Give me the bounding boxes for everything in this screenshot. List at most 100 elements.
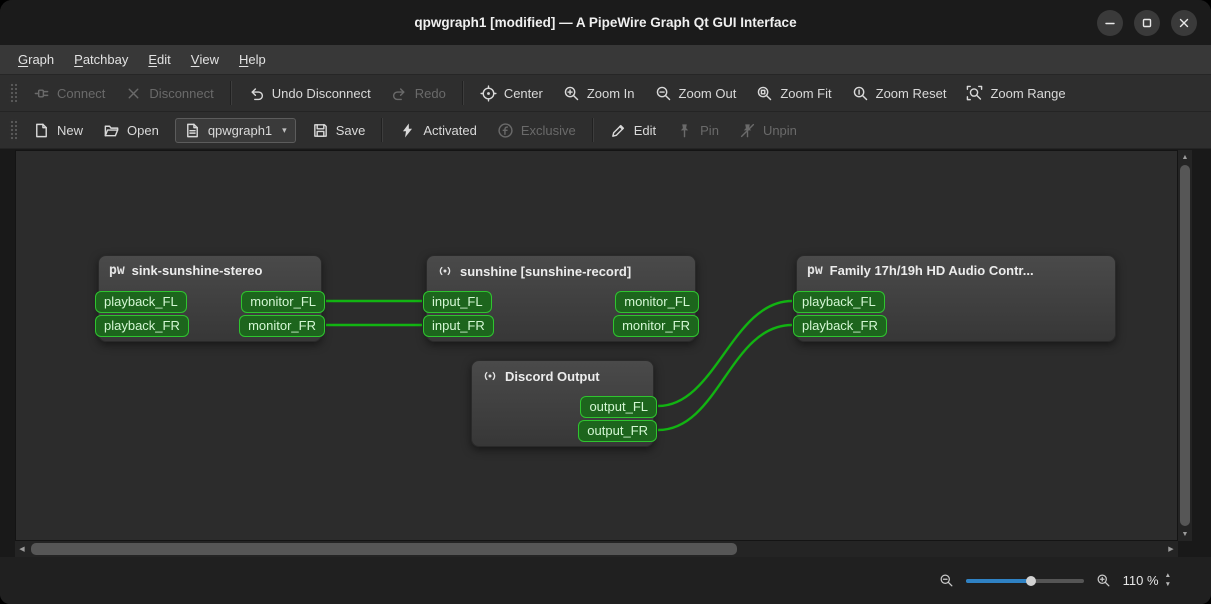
pipewire-icon: pw xyxy=(109,263,125,278)
exclusive-button[interactable]: Exclusive xyxy=(488,117,585,144)
port-output_FR[interactable]: output_FR xyxy=(578,420,657,442)
audio-client-icon xyxy=(484,371,496,381)
menu-view[interactable]: View xyxy=(181,45,229,74)
port-monitor_FR[interactable]: monitor_FR xyxy=(613,315,699,337)
titlebar[interactable]: qpwgraph1 [modified] — A PipeWire Graph … xyxy=(0,0,1211,45)
port-playback_FR[interactable]: playback_FR xyxy=(793,315,887,337)
disconnect-label: Disconnect xyxy=(149,85,214,101)
unpin-button[interactable]: Unpin xyxy=(730,117,806,144)
node-sunshine-sunshine-record[interactable]: sunshine [sunshine-record] input_FL input_… xyxy=(423,255,699,342)
redo-icon xyxy=(392,87,405,100)
toolbar-separator xyxy=(381,118,384,142)
undo-disconnect-button[interactable]: Undo Disconnect xyxy=(239,80,380,107)
activated-label: Activated xyxy=(423,122,477,138)
port-input_FR[interactable]: input_FR xyxy=(423,315,494,337)
zoom-out-button[interactable]: Zoom Out xyxy=(646,80,746,107)
menu-help[interactable]: Help xyxy=(229,45,276,74)
port-playback_FR[interactable]: playback_FR xyxy=(95,315,189,337)
pipewire-icon: pw xyxy=(807,263,823,278)
zoom-slider[interactable] xyxy=(965,573,1084,589)
zoom-range-button[interactable]: Zoom Range xyxy=(957,80,1074,107)
center-icon xyxy=(480,84,497,102)
new-button[interactable]: New xyxy=(24,117,92,144)
save-label: Save xyxy=(335,122,366,138)
maximize-button[interactable] xyxy=(1134,9,1160,36)
main-toolbar-handle[interactable] xyxy=(9,82,17,104)
main-toolbar: Connect Disconnect Undo Disconnect Redo Cent… xyxy=(0,75,1211,112)
zoom-in-indicator xyxy=(1096,573,1111,588)
spin-down-button[interactable]: ▼ xyxy=(1165,581,1171,589)
disconnect-button[interactable]: Disconnect xyxy=(116,80,222,107)
edit-button[interactable]: Edit xyxy=(601,117,665,144)
zoom-out-icon xyxy=(656,86,670,100)
connect-label: Connect xyxy=(57,85,106,101)
save-button[interactable]: Save xyxy=(303,117,375,144)
port-monitor_FL[interactable]: monitor_FL xyxy=(615,291,699,313)
zoom-reset-button[interactable]: Zoom Reset xyxy=(843,80,956,107)
horizontal-scrollbar-thumb[interactable] xyxy=(31,543,737,555)
horizontal-scrollbar[interactable]: ◀ ▶ xyxy=(15,541,1178,557)
edit-icon xyxy=(611,124,624,137)
menu-edit[interactable]: Edit xyxy=(138,45,180,74)
zoom-spinbox[interactable]: 110 % ▲ ▼ xyxy=(1122,572,1171,589)
zoom-out-indicator xyxy=(939,573,954,588)
patchbay-toolbar: New Open qpwgraph1 ▾ Save Activated Exclusive E… xyxy=(0,112,1211,149)
unpin-label: Unpin xyxy=(762,122,797,138)
scroll-down-arrow-icon[interactable]: ▼ xyxy=(1178,527,1192,541)
port-playback_FL[interactable]: playback_FL xyxy=(793,291,885,313)
vertical-scrollbar[interactable]: ▲ ▼ xyxy=(1178,150,1192,541)
port-monitor_FL[interactable]: monitor_FL xyxy=(241,291,325,313)
pin-button[interactable]: Pin xyxy=(667,117,728,144)
port-output_FL[interactable]: output_FL xyxy=(580,396,657,418)
node-discord-output[interactable]: Discord Output output_FL output_FR xyxy=(471,360,657,447)
port-monitor_FR[interactable]: monitor_FR xyxy=(239,315,325,337)
port-input_FL[interactable]: input_FL xyxy=(423,291,492,313)
toolbar-separator xyxy=(229,81,232,105)
minimize-button[interactable] xyxy=(1097,9,1123,36)
graph-canvas[interactable]: pw sink-sunshine-stereo playback_FL playbac… xyxy=(15,150,1178,541)
close-button[interactable] xyxy=(1171,9,1197,36)
node-sink-sunshine-stereo[interactable]: pw sink-sunshine-stereo playback_FL playbac… xyxy=(95,255,325,342)
node-header: pw Family 17h/19h HD Audio Contr... xyxy=(797,256,1115,282)
node-header: pw sink-sunshine-stereo xyxy=(99,256,321,282)
node-title: sunshine [sunshine-record] xyxy=(460,263,632,279)
zoom-out-label: Zoom Out xyxy=(678,85,737,101)
pin-icon xyxy=(680,123,689,137)
app-window: qpwgraph1 [modified] — A PipeWire Graph … xyxy=(0,0,1211,604)
redo-label: Redo xyxy=(414,85,446,101)
menu-patchbay[interactable]: Patchbay xyxy=(64,45,138,74)
center-label: Center xyxy=(503,85,543,101)
zoom-fit-button[interactable]: Zoom Fit xyxy=(747,80,840,107)
connect-button[interactable]: Connect xyxy=(24,80,114,107)
zoom-value: 110 % xyxy=(1122,573,1159,588)
vertical-scrollbar-thumb[interactable] xyxy=(1180,165,1190,526)
node-family-17h-19h-hd-audio-contr[interactable]: pw Family 17h/19h HD Audio Contr... playba… xyxy=(793,255,1116,342)
scroll-left-arrow-icon[interactable]: ◀ xyxy=(15,541,29,557)
scroll-right-arrow-icon[interactable]: ▶ xyxy=(1164,541,1178,557)
open-label: Open xyxy=(127,122,159,138)
zoom-in-button[interactable]: Zoom In xyxy=(554,80,644,107)
zoom-reset-icon xyxy=(853,86,867,100)
patchbay-toolbar-handle[interactable] xyxy=(9,119,17,141)
scroll-up-arrow-icon[interactable]: ▲ xyxy=(1178,150,1192,164)
pin-label: Pin xyxy=(700,122,719,138)
spin-up-button[interactable]: ▲ xyxy=(1165,572,1171,580)
undo-icon xyxy=(251,87,263,100)
graph-area: pw sink-sunshine-stereo playback_FL playbac… xyxy=(0,149,1211,557)
edit-label: Edit xyxy=(633,122,657,138)
center-button[interactable]: Center xyxy=(471,80,552,107)
open-icon xyxy=(104,125,119,136)
port-playback_FL[interactable]: playback_FL xyxy=(95,291,187,313)
redo-button[interactable]: Redo xyxy=(382,80,455,107)
activated-icon xyxy=(403,123,413,137)
zoom-slider-fill xyxy=(965,578,1031,583)
zoom-fit-icon xyxy=(758,86,772,100)
qpwgraph1-label: qpwgraph1 xyxy=(207,122,273,138)
zoom-slider-handle[interactable] xyxy=(1025,575,1036,586)
menu-graph[interactable]: Graph xyxy=(8,45,64,74)
activated-button[interactable]: Activated xyxy=(390,117,485,144)
exclusive-label: Exclusive xyxy=(520,122,576,138)
open-button[interactable]: Open xyxy=(94,117,168,144)
qpwgraph1-dropdown[interactable]: qpwgraph1 ▾ xyxy=(174,117,296,143)
new-icon xyxy=(36,123,47,137)
